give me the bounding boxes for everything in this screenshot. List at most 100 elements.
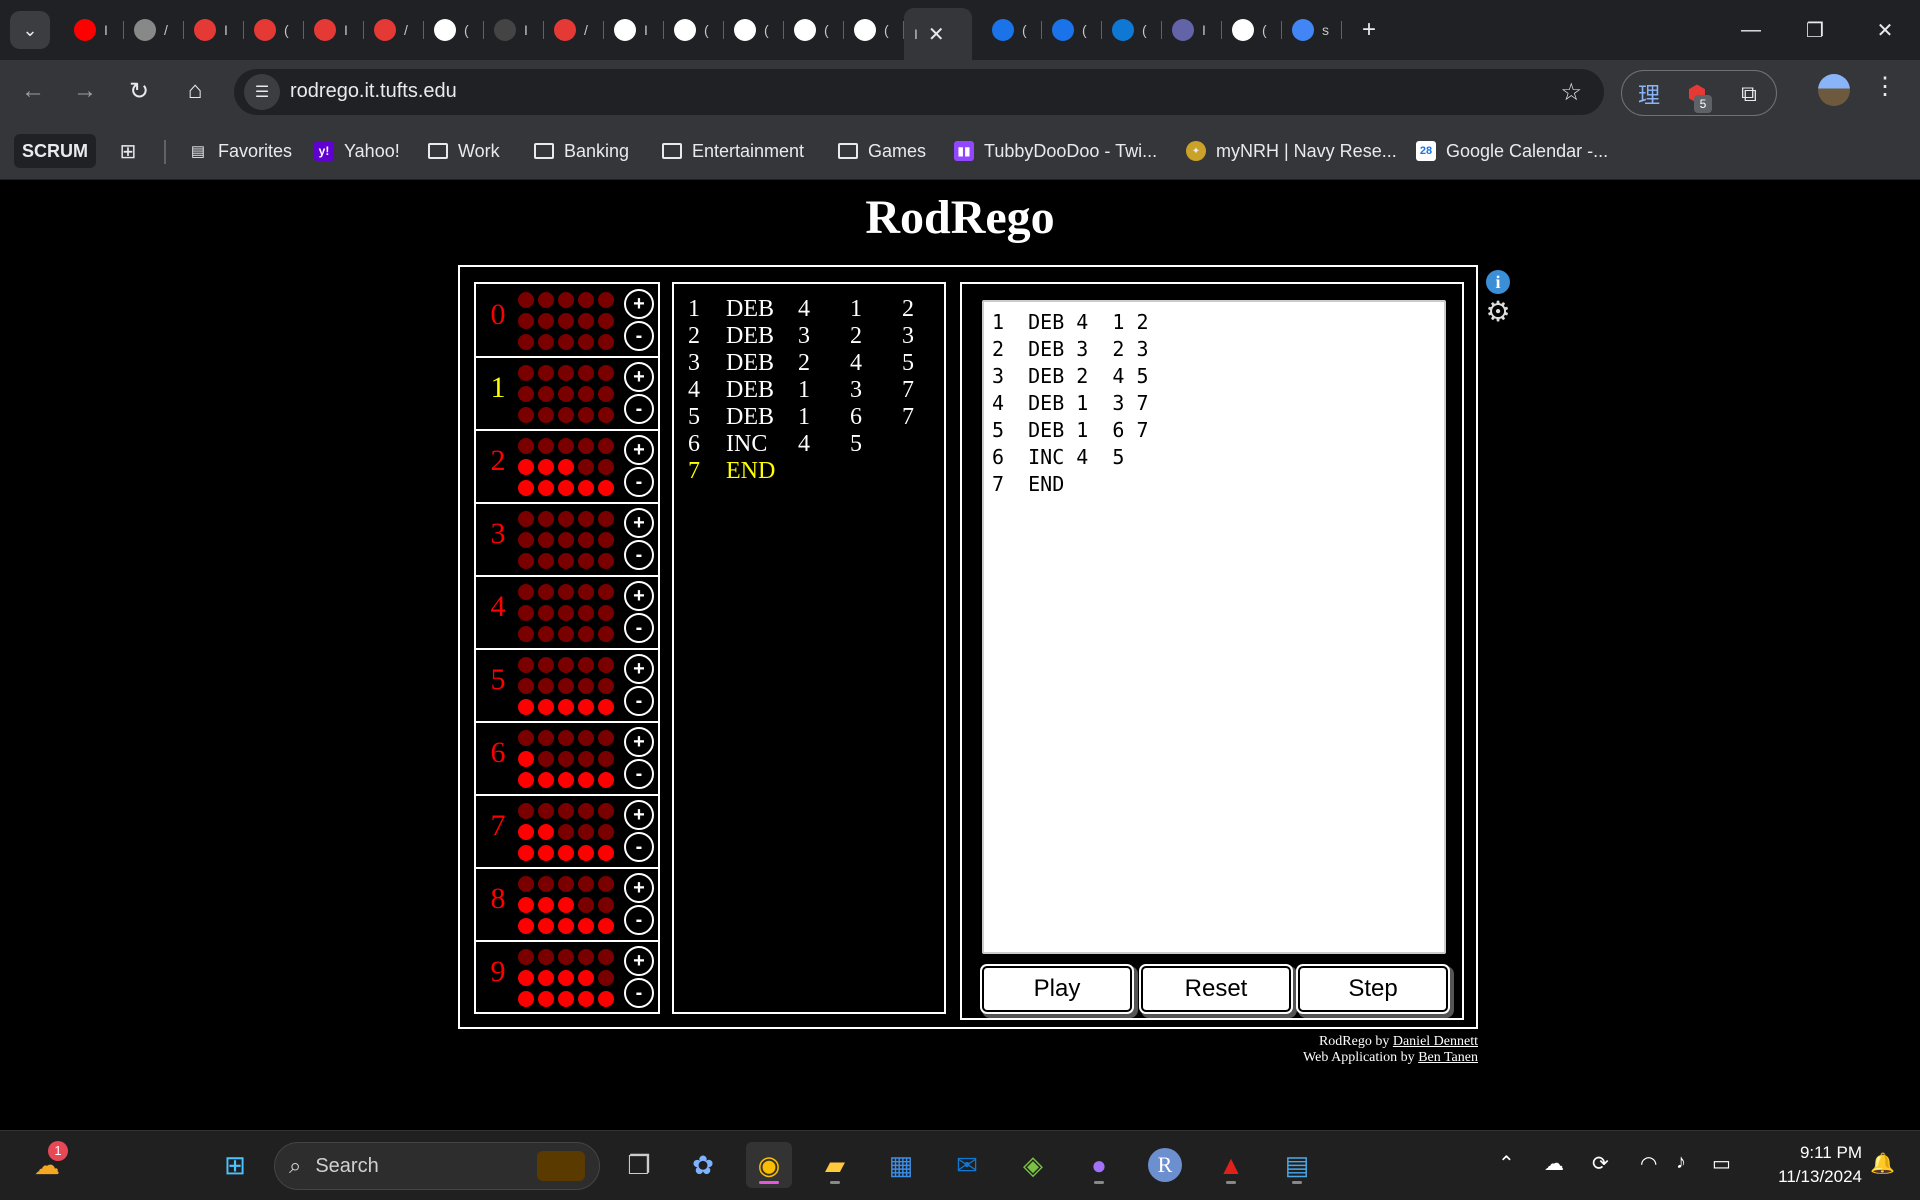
- home-button[interactable]: ⌂: [176, 72, 214, 110]
- system-clock[interactable]: 9:11 PM 11/13/2024: [1752, 1141, 1862, 1189]
- close-window-button[interactable]: ✕: [1860, 10, 1910, 50]
- browser-tab[interactable]: I ✕: [904, 8, 972, 60]
- browser-menu-icon[interactable]: ⋮: [1870, 72, 1900, 101]
- close-tab-icon[interactable]: ✕: [928, 22, 945, 47]
- increment-button[interactable]: +: [624, 654, 654, 684]
- increment-button[interactable]: +: [624, 435, 654, 465]
- browser-tab[interactable]: (: [1222, 12, 1282, 48]
- r-app-icon[interactable]: R: [1142, 1142, 1188, 1188]
- apps-grid-icon[interactable]: ⊞: [118, 134, 148, 168]
- decrement-button[interactable]: -: [624, 978, 654, 1008]
- browser-tab[interactable]: (: [244, 12, 304, 48]
- bookmark-scrum[interactable]: SCRUM: [14, 134, 96, 168]
- copilot-icon[interactable]: ✿: [680, 1142, 726, 1188]
- browser-tab[interactable]: (: [844, 12, 904, 48]
- decrement-button[interactable]: -: [624, 540, 654, 570]
- decrement-button[interactable]: -: [624, 321, 654, 351]
- outlook-icon[interactable]: ✉: [944, 1142, 990, 1188]
- notepad-icon[interactable]: ▤: [1274, 1142, 1320, 1188]
- decrement-button[interactable]: -: [624, 759, 654, 789]
- battery-icon[interactable]: ▭: [1712, 1151, 1731, 1176]
- bookmark-folder-work[interactable]: Work: [428, 134, 500, 168]
- step-button[interactable]: Step: [1298, 966, 1448, 1012]
- calendar-app-icon[interactable]: ▦: [878, 1142, 924, 1188]
- decrement-button[interactable]: -: [624, 613, 654, 643]
- bookmark-google-calendar[interactable]: 28 Google Calendar -...: [1416, 134, 1608, 168]
- translate-extension-icon[interactable]: 理: [1634, 79, 1664, 109]
- increment-button[interactable]: +: [624, 873, 654, 903]
- bookmark-star-icon[interactable]: ☆: [1560, 78, 1582, 107]
- extensions-puzzle-icon[interactable]: ⧉: [1734, 79, 1764, 109]
- start-icon[interactable]: ⊞: [212, 1142, 258, 1188]
- github-desktop-icon[interactable]: ●: [1076, 1142, 1122, 1188]
- wifi-icon[interactable]: ◠: [1640, 1151, 1657, 1176]
- browser-tab[interactable]: (: [982, 12, 1042, 48]
- show-hidden-icons-icon[interactable]: ⌃: [1498, 1151, 1515, 1176]
- back-button[interactable]: ←: [14, 72, 52, 110]
- bookmark-favorites[interactable]: ▤ Favorites: [188, 134, 292, 168]
- decrement-button[interactable]: -: [624, 467, 654, 497]
- site-info-icon[interactable]: ☰: [244, 74, 280, 110]
- browser-tab[interactable]: I: [184, 12, 244, 48]
- minimize-button[interactable]: —: [1726, 10, 1776, 50]
- reload-button[interactable]: ↻: [120, 72, 158, 110]
- tanen-link[interactable]: Ben Tanen: [1418, 1050, 1478, 1065]
- bookmark-folder-entertainment[interactable]: Entertainment: [662, 134, 804, 168]
- browser-tab[interactable]: (: [784, 12, 844, 48]
- restore-button[interactable]: ❐: [1790, 10, 1840, 50]
- bookmark-folder-games[interactable]: Games: [838, 134, 926, 168]
- browser-tab[interactable]: s: [1282, 12, 1342, 48]
- browser-tab[interactable]: I: [304, 12, 364, 48]
- reset-button[interactable]: Reset: [1141, 966, 1291, 1012]
- browser-tab[interactable]: I: [64, 12, 124, 48]
- dennett-link[interactable]: Daniel Dennett: [1393, 1034, 1478, 1049]
- new-tab-button[interactable]: +: [1352, 12, 1376, 48]
- browser-tab[interactable]: (: [664, 12, 724, 48]
- increment-button[interactable]: +: [624, 508, 654, 538]
- taskbar-search[interactable]: ⌕ Search: [274, 1142, 600, 1190]
- notifications-bell-icon[interactable]: 🔔: [1870, 1151, 1895, 1176]
- browser-tab[interactable]: /: [364, 12, 424, 48]
- profile-avatar[interactable]: [1818, 74, 1850, 106]
- browser-tab[interactable]: (: [1102, 12, 1162, 48]
- decrement-button[interactable]: -: [624, 832, 654, 862]
- file-explorer-icon[interactable]: ▰: [812, 1142, 858, 1188]
- browser-tab[interactable]: /: [124, 12, 184, 48]
- acrobat-icon[interactable]: ▲: [1208, 1142, 1254, 1188]
- decrement-button[interactable]: -: [624, 394, 654, 424]
- decrement-button[interactable]: -: [624, 905, 654, 935]
- url-text[interactable]: rodrego.it.tufts.edu: [290, 80, 457, 103]
- browser-tab[interactable]: /: [544, 12, 604, 48]
- browser-tab[interactable]: (: [1042, 12, 1102, 48]
- browser-tab[interactable]: I: [1162, 12, 1222, 48]
- bookmark-mynrh[interactable]: ✦ myNRH | Navy Rese...: [1186, 134, 1397, 168]
- bluestacks-icon[interactable]: ◈: [1010, 1142, 1056, 1188]
- info-icon[interactable]: i: [1486, 270, 1510, 294]
- browser-tab[interactable]: I: [484, 12, 544, 48]
- increment-button[interactable]: +: [624, 727, 654, 757]
- bookmark-folder-banking[interactable]: Banking: [534, 134, 629, 168]
- register-bead: [518, 897, 534, 913]
- decrement-button[interactable]: -: [624, 686, 654, 716]
- chrome-icon[interactable]: ◉: [746, 1142, 792, 1188]
- forward-button[interactable]: →: [66, 72, 104, 110]
- task-view-icon[interactable]: ❐: [616, 1142, 662, 1188]
- sync-icon[interactable]: ⟳: [1592, 1151, 1609, 1176]
- browser-tab[interactable]: (: [724, 12, 784, 48]
- increment-button[interactable]: +: [624, 800, 654, 830]
- increment-button[interactable]: +: [624, 946, 654, 976]
- onedrive-icon[interactable]: ☁: [1544, 1151, 1564, 1176]
- bookmark-yahoo[interactable]: y! Yahoo!: [314, 134, 400, 168]
- address-bar[interactable]: ☰ rodrego.it.tufts.edu ☆: [234, 69, 1604, 115]
- gear-icon[interactable]: ⚙: [1484, 298, 1512, 326]
- increment-button[interactable]: +: [624, 362, 654, 392]
- program-editor[interactable]: 1 DEB 4 1 2 2 DEB 3 2 3 3 DEB 2 4 5 4 DEB 1…: [982, 300, 1446, 954]
- play-button[interactable]: Play: [982, 966, 1132, 1012]
- increment-button[interactable]: +: [624, 581, 654, 611]
- increment-button[interactable]: +: [624, 289, 654, 319]
- tab-search-button[interactable]: ⌄: [10, 11, 50, 49]
- volume-icon[interactable]: ♪: [1676, 1151, 1686, 1174]
- browser-tab[interactable]: I: [604, 12, 664, 48]
- bookmark-twitch[interactable]: ▮▮ TubbyDooDoo - Twi...: [954, 134, 1157, 168]
- browser-tab[interactable]: (: [424, 12, 484, 48]
